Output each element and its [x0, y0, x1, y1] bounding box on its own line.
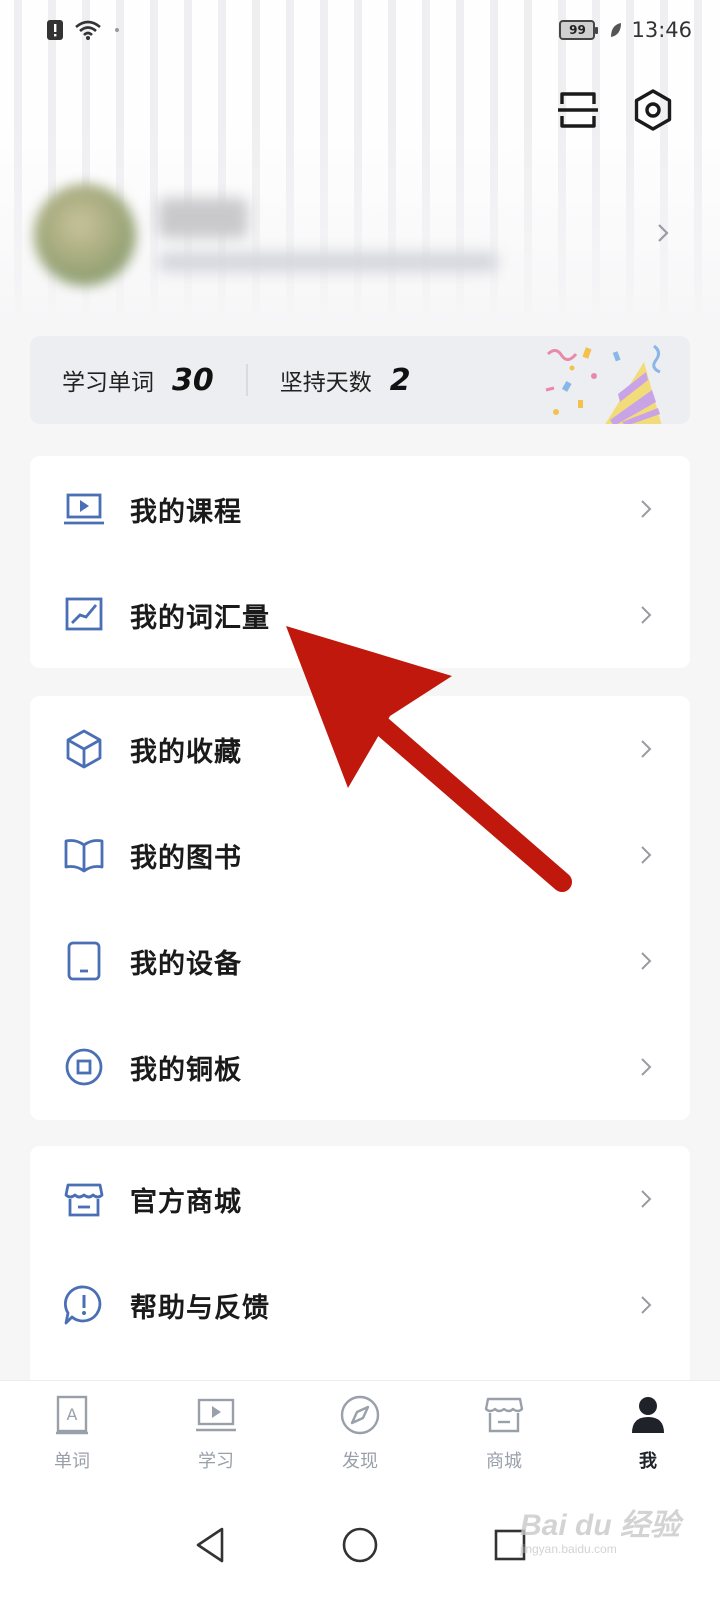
menu-item-official-store[interactable]: 官方商城	[30, 1146, 690, 1252]
menu-card-personal: 我的收藏 我的图书 我的设备 我的铜板	[30, 696, 690, 1120]
menu-card-service: 官方商城 帮助与反馈	[30, 1146, 690, 1396]
baidu-watermark: Bai du 经验 jingyan.baidu.com	[520, 1500, 680, 1556]
battery-level: 99	[569, 23, 586, 37]
menu-label: 我的课程	[130, 496, 242, 528]
person-icon	[632, 1397, 664, 1433]
wifi-icon	[75, 20, 101, 40]
signal-dots-icon	[115, 28, 119, 32]
scan-icon[interactable]	[556, 88, 600, 132]
menu-label: 我的铜板	[130, 1054, 242, 1086]
profile-subtitle-blurred	[158, 252, 498, 272]
watermark-brand: Bai du 经验	[519, 1509, 680, 1542]
chevron-right-icon	[641, 1296, 652, 1314]
tab-store[interactable]: 商城	[432, 1381, 576, 1490]
tab-words[interactable]: A 单词	[0, 1381, 144, 1490]
tab-label: 单词	[54, 1451, 90, 1472]
battery-indicator: 99	[559, 20, 599, 40]
streak-days-label: 坚持天数	[279, 370, 372, 396]
menu-label: 我的收藏	[130, 736, 242, 768]
menu-label: 我的图书	[130, 842, 242, 874]
chevron-right-icon	[641, 500, 652, 518]
laptop-play-icon	[64, 493, 104, 525]
avatar[interactable]	[34, 184, 136, 286]
chevron-right-icon	[641, 1058, 652, 1076]
tab-label: 商城	[486, 1451, 522, 1472]
menu-item-my-vocabulary[interactable]: 我的词汇量	[30, 562, 690, 668]
coin-icon	[65, 1048, 103, 1086]
menu-label: 我的设备	[130, 948, 242, 980]
menu-item-my-courses[interactable]: 我的课程	[30, 456, 690, 562]
menu-item-my-devices[interactable]: 我的设备	[30, 908, 690, 1014]
stats-divider	[245, 364, 248, 396]
chevron-right-icon	[641, 1190, 652, 1208]
words-learned-label: 学习单词	[62, 370, 154, 396]
store-icon	[64, 1183, 104, 1217]
device-icon	[67, 941, 101, 981]
bottom-tab-bar: A 单词 学习 发现 商城 我	[0, 1380, 720, 1490]
laptop-play-icon	[196, 1398, 236, 1432]
book-icon	[64, 839, 104, 873]
word-card-icon: A	[56, 1395, 88, 1435]
tab-label: 学习	[198, 1451, 234, 1472]
feedback-icon	[63, 1285, 102, 1325]
back-icon[interactable]	[192, 1525, 228, 1565]
chevron-right-icon	[641, 846, 652, 864]
tab-me[interactable]: 我	[576, 1381, 720, 1490]
store-icon	[484, 1397, 524, 1433]
menu-label: 我的词汇量	[130, 602, 270, 634]
chevron-right-icon	[641, 740, 652, 758]
chevron-right-icon	[641, 952, 652, 970]
status-time: 13:46	[631, 18, 692, 42]
svg-text:A: A	[67, 1405, 78, 1424]
menu-item-help-feedback[interactable]: 帮助与反馈	[30, 1252, 690, 1358]
chevron-right-icon	[641, 606, 652, 624]
compass-icon	[340, 1395, 380, 1435]
streak-days-value: 2	[389, 362, 411, 398]
menu-item-my-favorites[interactable]: 我的收藏	[30, 696, 690, 802]
tab-study[interactable]: 学习	[144, 1381, 288, 1490]
tab-discover[interactable]: 发现	[288, 1381, 432, 1490]
settings-icon[interactable]	[631, 88, 675, 132]
home-icon[interactable]	[340, 1525, 380, 1565]
menu-label: 帮助与反馈	[130, 1292, 270, 1324]
chart-line-icon	[65, 597, 103, 631]
profile-header[interactable]	[30, 180, 690, 290]
chevron-right-icon	[658, 224, 669, 242]
stats-card: 学习单词 30 坚持天数 2	[30, 336, 690, 424]
words-learned-value: 30	[172, 362, 214, 398]
tab-label: 我	[639, 1451, 657, 1472]
menu-item-my-books[interactable]: 我的图书	[30, 802, 690, 908]
profile-name-blurred	[158, 198, 248, 238]
cube-icon	[66, 729, 102, 769]
party-popper-icon	[545, 344, 662, 424]
watermark-url: jingyan.baidu.com	[519, 1542, 617, 1556]
menu-item-my-coins[interactable]: 我的铜板	[30, 1014, 690, 1120]
tab-label: 发现	[342, 1451, 378, 1472]
alert-sim-icon	[47, 20, 63, 40]
leaf-icon	[611, 23, 622, 37]
status-bar: 99 13:46	[0, 0, 720, 60]
menu-label: 官方商城	[130, 1186, 242, 1218]
menu-card-learning: 我的课程 我的词汇量	[30, 456, 690, 668]
